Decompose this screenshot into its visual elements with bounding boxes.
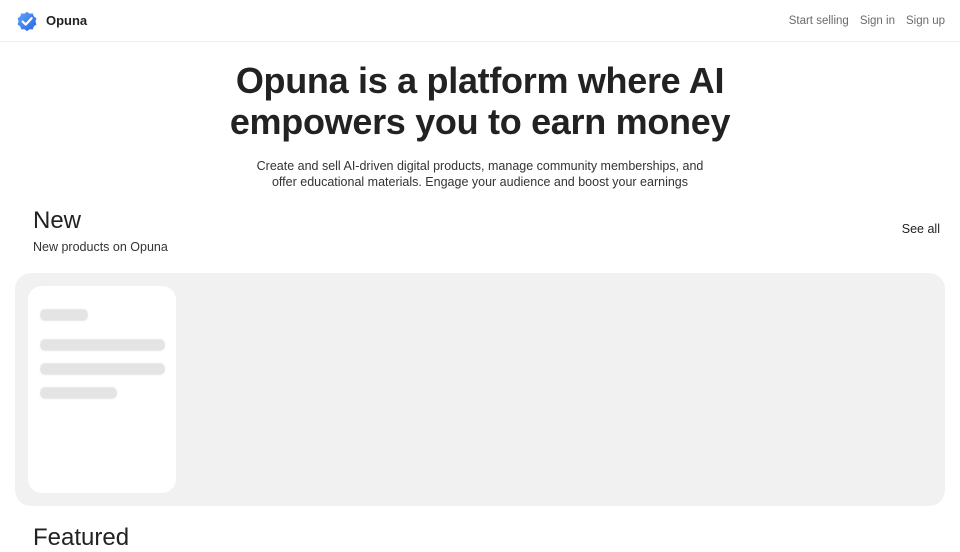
- brand-name: Opuna: [46, 13, 88, 28]
- top-navigation-bar: Opuna Start selling Sign in Sign up: [0, 0, 960, 42]
- hero-title-line-1: Opuna is a platform where AI: [235, 60, 725, 101]
- new-section-subtitle: New products on Opuna: [33, 240, 168, 254]
- skeleton-line: [40, 363, 165, 375]
- product-card-skeleton: [28, 286, 176, 493]
- brand-home-link[interactable]: Opuna: [15, 9, 87, 33]
- new-products-carousel: [15, 273, 945, 506]
- skeleton-line: [40, 339, 165, 351]
- hero-subtitle-line-1: Create and sell AI-driven digital produc…: [256, 159, 704, 173]
- header-nav: Start selling Sign in Sign up: [789, 15, 945, 27]
- start-selling-link[interactable]: Start selling: [789, 15, 849, 27]
- featured-section-title: Featured: [33, 524, 130, 551]
- sign-in-link[interactable]: Sign in: [860, 15, 895, 27]
- verified-badge-icon: [17, 11, 37, 31]
- hero-title: Opuna is a platform where AI empowers yo…: [180, 60, 780, 142]
- see-all-link[interactable]: See all: [902, 222, 940, 236]
- sign-up-link[interactable]: Sign up: [906, 15, 945, 27]
- hero-subtitle-line-2: offer educational materials. Engage your…: [271, 174, 688, 189]
- skeleton-line: [40, 387, 117, 399]
- new-section-title: New: [33, 207, 82, 234]
- hero-subtitle: Create and sell AI-driven digital produc…: [240, 159, 720, 190]
- hero-title-line-2: empowers you to earn money: [229, 101, 731, 142]
- skeleton-line: [40, 309, 88, 321]
